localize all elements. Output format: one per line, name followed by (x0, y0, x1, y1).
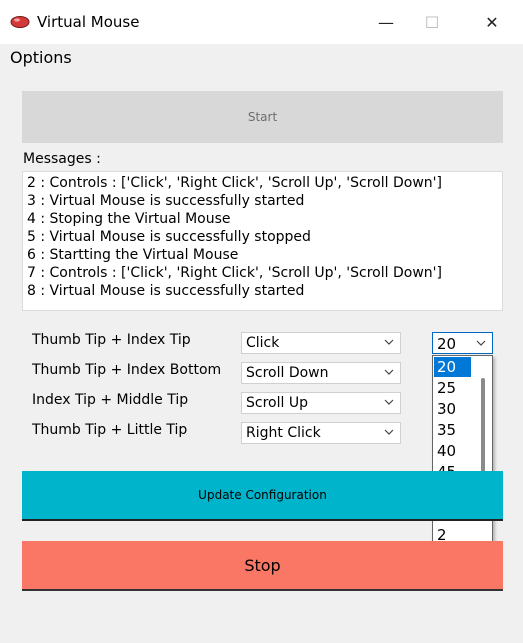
dropdown-option[interactable]: 30 (434, 399, 471, 419)
gesture-label-thumb-little-tip: Thumb Tip + Little Tip (32, 422, 188, 438)
start-button[interactable]: Start (22, 91, 503, 143)
minimize-button[interactable]: — (363, 0, 409, 44)
message-line: 4 : Stoping the Virtual Mouse (27, 211, 231, 227)
gesture-label-thumb-index-bottom: Thumb Tip + Index Bottom (32, 362, 222, 378)
gesture-label-index-middle-tip: Index Tip + Middle Tip (32, 392, 189, 408)
dropdown-option[interactable]: 35 (434, 420, 471, 440)
message-line: 8 : Virtual Mouse is successfully starte… (27, 283, 305, 299)
action-select-index-middle-tip[interactable]: Scroll Up (241, 392, 401, 414)
chevron-down-icon (384, 429, 394, 435)
message-line: 6 : Startting the Virtual Mouse (27, 247, 239, 263)
dropdown-option[interactable]: 40 (434, 441, 471, 461)
sensitivity-select[interactable]: 20 (432, 332, 493, 354)
sensitivity-dropdown-list[interactable]: 20 25 30 35 40 45 50 1 2 3 (432, 355, 493, 566)
update-configuration-button[interactable]: Update Configuration (22, 471, 503, 521)
messages-box[interactable]: 2 : Controls : ['Click', 'Right Click', … (22, 171, 503, 311)
chevron-down-icon (384, 399, 394, 405)
action-select-thumb-index-tip[interactable]: Click (241, 332, 401, 354)
stop-button[interactable]: Stop (22, 541, 503, 591)
messages-label: Messages : (23, 151, 101, 167)
action-select-thumb-index-bottom[interactable]: Scroll Down (241, 362, 401, 384)
action-select-value: Scroll Down (246, 365, 329, 381)
action-select-value: Click (246, 335, 280, 351)
action-select-value: Right Click (246, 425, 321, 441)
message-line: 5 : Virtual Mouse is successfully stoppe… (27, 229, 311, 245)
maximize-icon: ☐ (424, 12, 440, 32)
minimize-icon: — (378, 12, 394, 32)
chevron-down-icon (384, 369, 394, 375)
message-line: 3 : Virtual Mouse is successfully starte… (27, 193, 305, 209)
sensitivity-select-value: 20 (437, 335, 457, 353)
menu-options[interactable]: Options (10, 48, 72, 67)
chevron-down-icon (384, 339, 394, 345)
maximize-button[interactable]: ☐ (409, 0, 455, 44)
menu-bar: Options (0, 44, 523, 72)
chevron-down-icon (476, 340, 486, 346)
close-icon: ✕ (485, 12, 499, 32)
gesture-label-thumb-index-tip: Thumb Tip + Index Tip (32, 332, 191, 348)
action-select-value: Scroll Up (246, 395, 308, 411)
message-line: 2 : Controls : ['Click', 'Right Click', … (27, 175, 442, 191)
window-title: Virtual Mouse (37, 13, 140, 31)
mouse-app-icon (10, 16, 30, 28)
action-select-thumb-little-tip[interactable]: Right Click (241, 422, 401, 444)
dropdown-option[interactable]: 25 (434, 378, 471, 398)
dropdown-option[interactable]: 20 (434, 357, 471, 377)
title-bar: Virtual Mouse — ☐ ✕ (0, 0, 523, 44)
close-button[interactable]: ✕ (469, 0, 515, 44)
message-line: 7 : Controls : ['Click', 'Right Click', … (27, 265, 442, 281)
